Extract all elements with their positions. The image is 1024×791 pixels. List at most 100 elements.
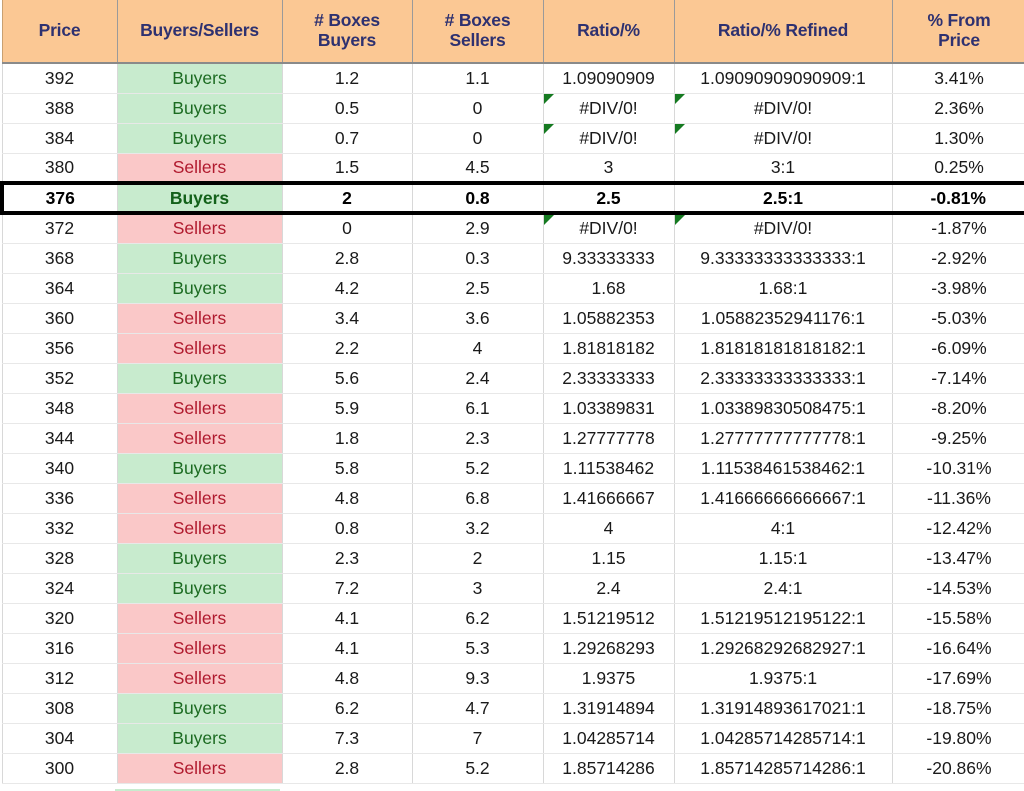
cell-ratio[interactable]: 1.15 [543, 543, 675, 574]
cell-price[interactable]: 320 [1, 603, 118, 634]
table-row[interactable]: 352 Buyers 5.6 2.4 2.33333333 2.3333333333333… [1, 363, 1024, 394]
cell-boxes-sellers[interactable]: 4.5 [412, 153, 544, 184]
cell-pct-from-price[interactable]: -3.98% [892, 273, 1024, 304]
cell-ratio-refined[interactable]: 1.81818181818182:1 [674, 333, 893, 364]
cell-ratio[interactable]: #DIV/0! [543, 93, 675, 124]
cell-ratio-refined[interactable]: 2.5:1 [674, 181, 893, 215]
cell-ratio-refined[interactable]: 9.33333333333333:1 [674, 243, 893, 274]
cell-buyers-sellers[interactable]: Sellers [117, 303, 283, 334]
cell-ratio[interactable]: 1.05882353 [543, 303, 675, 334]
table-row[interactable]: 360 Sellers 3.4 3.6 1.05882353 1.058823529411… [1, 303, 1024, 334]
cell-buyers-sellers[interactable]: Buyers [117, 693, 283, 724]
cell-ratio[interactable]: 1.04285714 [543, 723, 675, 754]
cell-boxes-buyers[interactable]: 5.8 [282, 453, 413, 484]
cell-boxes-buyers[interactable]: 2.2 [282, 333, 413, 364]
cell-pct-from-price[interactable]: -19.80% [892, 723, 1024, 754]
column-header-boxes-buyers[interactable]: # Boxes Buyers [282, 0, 413, 64]
cell-ratio[interactable]: 1.68 [543, 273, 675, 304]
cell-boxes-sellers[interactable]: 2.4 [412, 363, 544, 394]
cell-price[interactable]: 312 [1, 663, 118, 694]
cell-buyers-sellers[interactable]: Buyers [117, 181, 283, 215]
cell-boxes-buyers[interactable]: 7.2 [282, 573, 413, 604]
cell-price[interactable]: 348 [1, 393, 118, 424]
cell-ratio[interactable]: #DIV/0! [543, 213, 675, 244]
cell-boxes-sellers[interactable]: 1.1 [412, 63, 544, 94]
cell-boxes-sellers[interactable]: 0 [412, 93, 544, 124]
cell-ratio[interactable]: 3 [543, 153, 675, 184]
cell-boxes-buyers[interactable]: 1.8 [282, 423, 413, 454]
cell-pct-from-price[interactable]: -20.86% [892, 753, 1024, 784]
table-row[interactable]: 364 Buyers 4.2 2.5 1.68 1.68:1 -3.98% [1, 273, 1024, 304]
cell-price[interactable]: 336 [1, 483, 118, 514]
cell-price[interactable]: 372 [1, 213, 118, 244]
cell-boxes-sellers[interactable]: 6.8 [412, 483, 544, 514]
cell-boxes-buyers[interactable]: 0.5 [282, 93, 413, 124]
cell-pct-from-price[interactable]: 0.25% [892, 153, 1024, 184]
cell-price[interactable]: 388 [1, 93, 118, 124]
cell-pct-from-price[interactable]: -1.87% [892, 213, 1024, 244]
cell-pct-from-price[interactable]: -16.64% [892, 633, 1024, 664]
cell-ratio[interactable]: 1.29268293 [543, 633, 675, 664]
cell-buyers-sellers[interactable]: Buyers [117, 93, 283, 124]
cell-buyers-sellers[interactable]: Sellers [117, 663, 283, 694]
cell-ratio-refined[interactable]: 1.41666666666667:1 [674, 483, 893, 514]
cell-pct-from-price[interactable]: -11.36% [892, 483, 1024, 514]
column-header-ratio[interactable]: Ratio/% [543, 0, 675, 64]
table-row[interactable]: 340 Buyers 5.8 5.2 1.11538462 1.1153846153846… [1, 453, 1024, 484]
cell-price[interactable]: 340 [1, 453, 118, 484]
table-row[interactable]: 384 Buyers 0.7 0 #DIV/0! #DIV/0! 1.30% [1, 123, 1024, 154]
table-row[interactable]: 344 Sellers 1.8 2.3 1.27777778 1.277777777777… [1, 423, 1024, 454]
cell-ratio-refined[interactable]: 1.85714285714286:1 [674, 753, 893, 784]
cell-ratio-refined[interactable]: 1.51219512195122:1 [674, 603, 893, 634]
cell-boxes-sellers[interactable]: 0.8 [412, 181, 544, 215]
table-row[interactable]: 348 Sellers 5.9 6.1 1.03389831 1.033898305084… [1, 393, 1024, 424]
cell-boxes-sellers[interactable]: 0.3 [412, 243, 544, 274]
column-header-boxes-sellers[interactable]: # Boxes Sellers [412, 0, 544, 64]
cell-boxes-buyers[interactable]: 0.7 [282, 123, 413, 154]
cell-buyers-sellers[interactable]: Sellers [117, 333, 283, 364]
cell-boxes-buyers[interactable]: 2.8 [282, 753, 413, 784]
cell-ratio[interactable]: 9.33333333 [543, 243, 675, 274]
cell-boxes-sellers[interactable]: 4.7 [412, 693, 544, 724]
cell-pct-from-price[interactable]: -2.92% [892, 243, 1024, 274]
cell-boxes-sellers[interactable]: 6.1 [412, 393, 544, 424]
column-header-price[interactable]: Price [1, 0, 118, 64]
cell-boxes-buyers[interactable]: 1.5 [282, 153, 413, 184]
cell-buyers-sellers[interactable]: Buyers [117, 723, 283, 754]
table-row[interactable]: 308 Buyers 6.2 4.7 1.31914894 1.3191489361702… [1, 693, 1024, 724]
cell-ratio[interactable]: 1.81818182 [543, 333, 675, 364]
cell-boxes-sellers[interactable]: 5.3 [412, 633, 544, 664]
cell-ratio[interactable]: 2.33333333 [543, 363, 675, 394]
cell-price[interactable]: 392 [1, 63, 118, 94]
table-row[interactable]: 376 Buyers 2 0.8 2.5 2.5:1 -0.81% [0, 181, 1024, 215]
cell-boxes-sellers[interactable]: 0 [412, 123, 544, 154]
cell-price[interactable]: 344 [1, 423, 118, 454]
cell-buyers-sellers[interactable]: Buyers [117, 273, 283, 304]
cell-price[interactable]: 356 [1, 333, 118, 364]
column-header-buyers-sellers[interactable]: Buyers/Sellers [117, 0, 283, 64]
cell-pct-from-price[interactable]: -9.25% [892, 423, 1024, 454]
cell-pct-from-price[interactable]: -8.20% [892, 393, 1024, 424]
cell-price[interactable]: 368 [1, 243, 118, 274]
table-row[interactable]: 316 Sellers 4.1 5.3 1.29268293 1.292682926829… [1, 633, 1024, 664]
cell-price[interactable]: 352 [1, 363, 118, 394]
cell-ratio-refined[interactable]: 1.09090909090909:1 [674, 63, 893, 94]
cell-buyers-sellers[interactable]: Sellers [117, 483, 283, 514]
table-row[interactable]: 372 Sellers 0 2.9 #DIV/0! #DIV/0! -1.87% [1, 213, 1024, 244]
cell-pct-from-price[interactable]: -10.31% [892, 453, 1024, 484]
cell-ratio-refined[interactable]: 1.11538461538462:1 [674, 453, 893, 484]
cell-pct-from-price[interactable]: -0.81% [892, 181, 1024, 215]
cell-pct-from-price[interactable]: -7.14% [892, 363, 1024, 394]
cell-buyers-sellers[interactable]: Buyers [117, 63, 283, 94]
cell-buyers-sellers[interactable]: Buyers [117, 453, 283, 484]
cell-buyers-sellers[interactable]: Buyers [117, 243, 283, 274]
cell-boxes-sellers[interactable]: 5.2 [412, 753, 544, 784]
cell-ratio[interactable]: 2.5 [543, 181, 675, 215]
cell-pct-from-price[interactable]: -6.09% [892, 333, 1024, 364]
cell-buyers-sellers[interactable]: Buyers [117, 363, 283, 394]
cell-boxes-buyers[interactable]: 2.8 [282, 243, 413, 274]
cell-buyers-sellers[interactable]: Sellers [117, 213, 283, 244]
cell-pct-from-price[interactable]: 1.30% [892, 123, 1024, 154]
cell-buyers-sellers[interactable]: Sellers [117, 153, 283, 184]
cell-boxes-buyers[interactable]: 4.8 [282, 483, 413, 514]
